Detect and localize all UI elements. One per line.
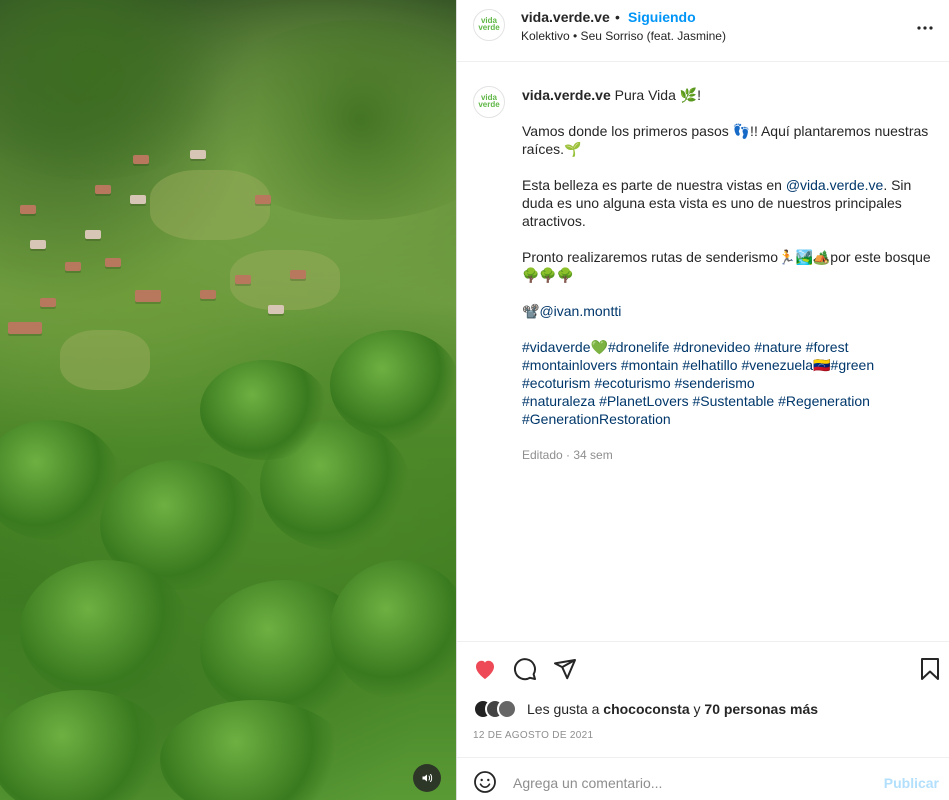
hashtag-link[interactable]: #dronevideo xyxy=(673,339,750,355)
tree-canopy xyxy=(330,330,456,440)
house xyxy=(130,195,146,204)
speaker-icon xyxy=(422,774,433,782)
house xyxy=(190,150,206,159)
share-button[interactable] xyxy=(552,656,578,682)
clearing xyxy=(60,330,150,390)
caption-line: Pura Vida 🌿! xyxy=(614,87,702,103)
house xyxy=(290,270,306,279)
house xyxy=(235,275,251,284)
likes-count[interactable]: 70 personas más xyxy=(704,701,818,717)
tree-canopy xyxy=(20,560,190,700)
post-sidebar: vida verde vida.verde.ve • Siguiendo Kol… xyxy=(457,0,949,800)
mention-link[interactable]: @vida.verde.ve xyxy=(786,177,883,193)
hashtag-link[interactable]: #ecoturismo xyxy=(594,375,670,391)
house xyxy=(95,185,111,194)
publish-button[interactable]: Publicar xyxy=(884,775,939,791)
save-button[interactable] xyxy=(917,656,943,682)
likes-prefix: Les gusta a xyxy=(527,701,604,717)
avatar[interactable]: vida verde xyxy=(473,9,505,41)
post-actions: Les gusta a chococonsta y 70 personas má… xyxy=(457,641,949,757)
emoji-button[interactable] xyxy=(473,770,497,794)
heart-filled-icon xyxy=(476,660,494,679)
house xyxy=(200,290,216,299)
hashtag-link[interactable]: #vidaverde xyxy=(522,339,591,355)
mention-link[interactable]: @ivan.montti xyxy=(539,303,621,319)
house xyxy=(255,195,271,204)
more-horizontal-icon xyxy=(917,26,933,30)
hashtag-link[interactable]: #senderismo xyxy=(675,375,755,391)
house xyxy=(135,290,161,302)
likes-mid: y xyxy=(689,701,705,717)
paper-plane-icon xyxy=(554,659,576,680)
post-video[interactable] xyxy=(0,0,456,800)
hashtag-link[interactable]: #dronelife xyxy=(608,339,670,355)
hashtag-link[interactable]: #montain xyxy=(621,357,679,373)
caption-text-span: Esta belleza es parte de nuestra vistas … xyxy=(522,177,786,193)
hashtag-link[interactable]: #Regeneration xyxy=(778,393,870,409)
smiley-icon xyxy=(474,771,496,793)
tree-canopy xyxy=(0,690,170,800)
post-date: 12 DE AGOSTO DE 2021 xyxy=(473,730,594,741)
comment-composer: Agrega un comentario... Publicar xyxy=(457,757,949,800)
post-header: vida verde vida.verde.ve • Siguiendo Kol… xyxy=(457,0,949,62)
caption-text: vida.verde.ve Pura Vida 🌿! Vamos donde l… xyxy=(522,86,932,464)
house xyxy=(268,305,284,314)
caption-paragraph: Pronto realizaremos rutas de senderismo🏃… xyxy=(522,249,931,283)
hashtag-link[interactable]: #Sustentable xyxy=(692,393,774,409)
avatar-text: verde xyxy=(478,100,500,109)
hashtag-block: #vidaverde💚#dronelife #dronevideo #natur… xyxy=(522,338,932,428)
hashtag-link[interactable]: #montainlovers xyxy=(522,357,617,373)
house xyxy=(85,230,101,239)
hashtag-separator: 💚 xyxy=(590,339,608,355)
house xyxy=(40,298,56,307)
caption-username[interactable]: vida.verde.ve xyxy=(522,87,611,103)
like-button[interactable] xyxy=(472,656,498,682)
house xyxy=(8,322,42,334)
comment-button[interactable] xyxy=(512,656,538,682)
liker-username[interactable]: chococonsta xyxy=(603,701,689,717)
hashtag-link[interactable]: #venezuela xyxy=(741,357,813,373)
liker-avatar xyxy=(497,699,517,719)
hashtag-link[interactable]: #GenerationRestoration xyxy=(522,411,671,427)
hashtag-link[interactable]: #elhatillo xyxy=(682,357,737,373)
following-button[interactable]: Siguiendo xyxy=(628,9,696,25)
hashtag-link[interactable]: #nature xyxy=(754,339,801,355)
likes-summary[interactable]: Les gusta a chococonsta y 70 personas má… xyxy=(473,698,818,720)
hashtag-separator: 🇻🇪 xyxy=(813,357,831,373)
caption-paragraph: Esta belleza es parte de nuestra vistas … xyxy=(522,176,932,230)
more-options-button[interactable] xyxy=(913,16,937,40)
house xyxy=(65,262,81,271)
tree-canopy xyxy=(160,700,350,800)
house xyxy=(105,258,121,267)
caption-paragraph: 📽️@ivan.montti xyxy=(522,302,932,320)
hashtag-link[interactable]: #green xyxy=(831,357,875,373)
audio-track-link[interactable]: Kolektivo • Seu Sorriso (feat. Jasmine) xyxy=(521,29,726,43)
likes-text: Les gusta a chococonsta y 70 personas má… xyxy=(527,701,818,717)
avatar-text: verde xyxy=(478,23,500,32)
house xyxy=(133,155,149,164)
hashtag-link[interactable]: #forest xyxy=(806,339,849,355)
comment-icon xyxy=(513,658,536,681)
house xyxy=(20,205,36,214)
tree-canopy xyxy=(200,360,330,460)
avatar[interactable]: vida verde xyxy=(473,86,505,118)
hashtag-link[interactable]: #ecoturism xyxy=(522,375,590,391)
comment-input[interactable]: Agrega un comentario... xyxy=(513,775,662,791)
camera-icon: 📽️ xyxy=(522,303,540,319)
post-caption: vida verde vida.verde.ve Pura Vida 🌿! Va… xyxy=(457,62,949,640)
post-username[interactable]: vida.verde.ve xyxy=(521,9,610,25)
bookmark-icon xyxy=(921,658,939,680)
audio-toggle-button[interactable] xyxy=(413,764,441,792)
clearing xyxy=(150,170,270,240)
separator-dot: • xyxy=(615,9,620,25)
hashtag-link[interactable]: #naturaleza xyxy=(522,393,595,409)
house xyxy=(30,240,46,249)
caption-paragraph: Vamos donde los primeros pasos 👣!! Aquí … xyxy=(522,123,929,157)
caption-meta: Editado · 34 sem xyxy=(522,448,613,462)
hashtag-link[interactable]: #PlanetLovers xyxy=(599,393,689,409)
